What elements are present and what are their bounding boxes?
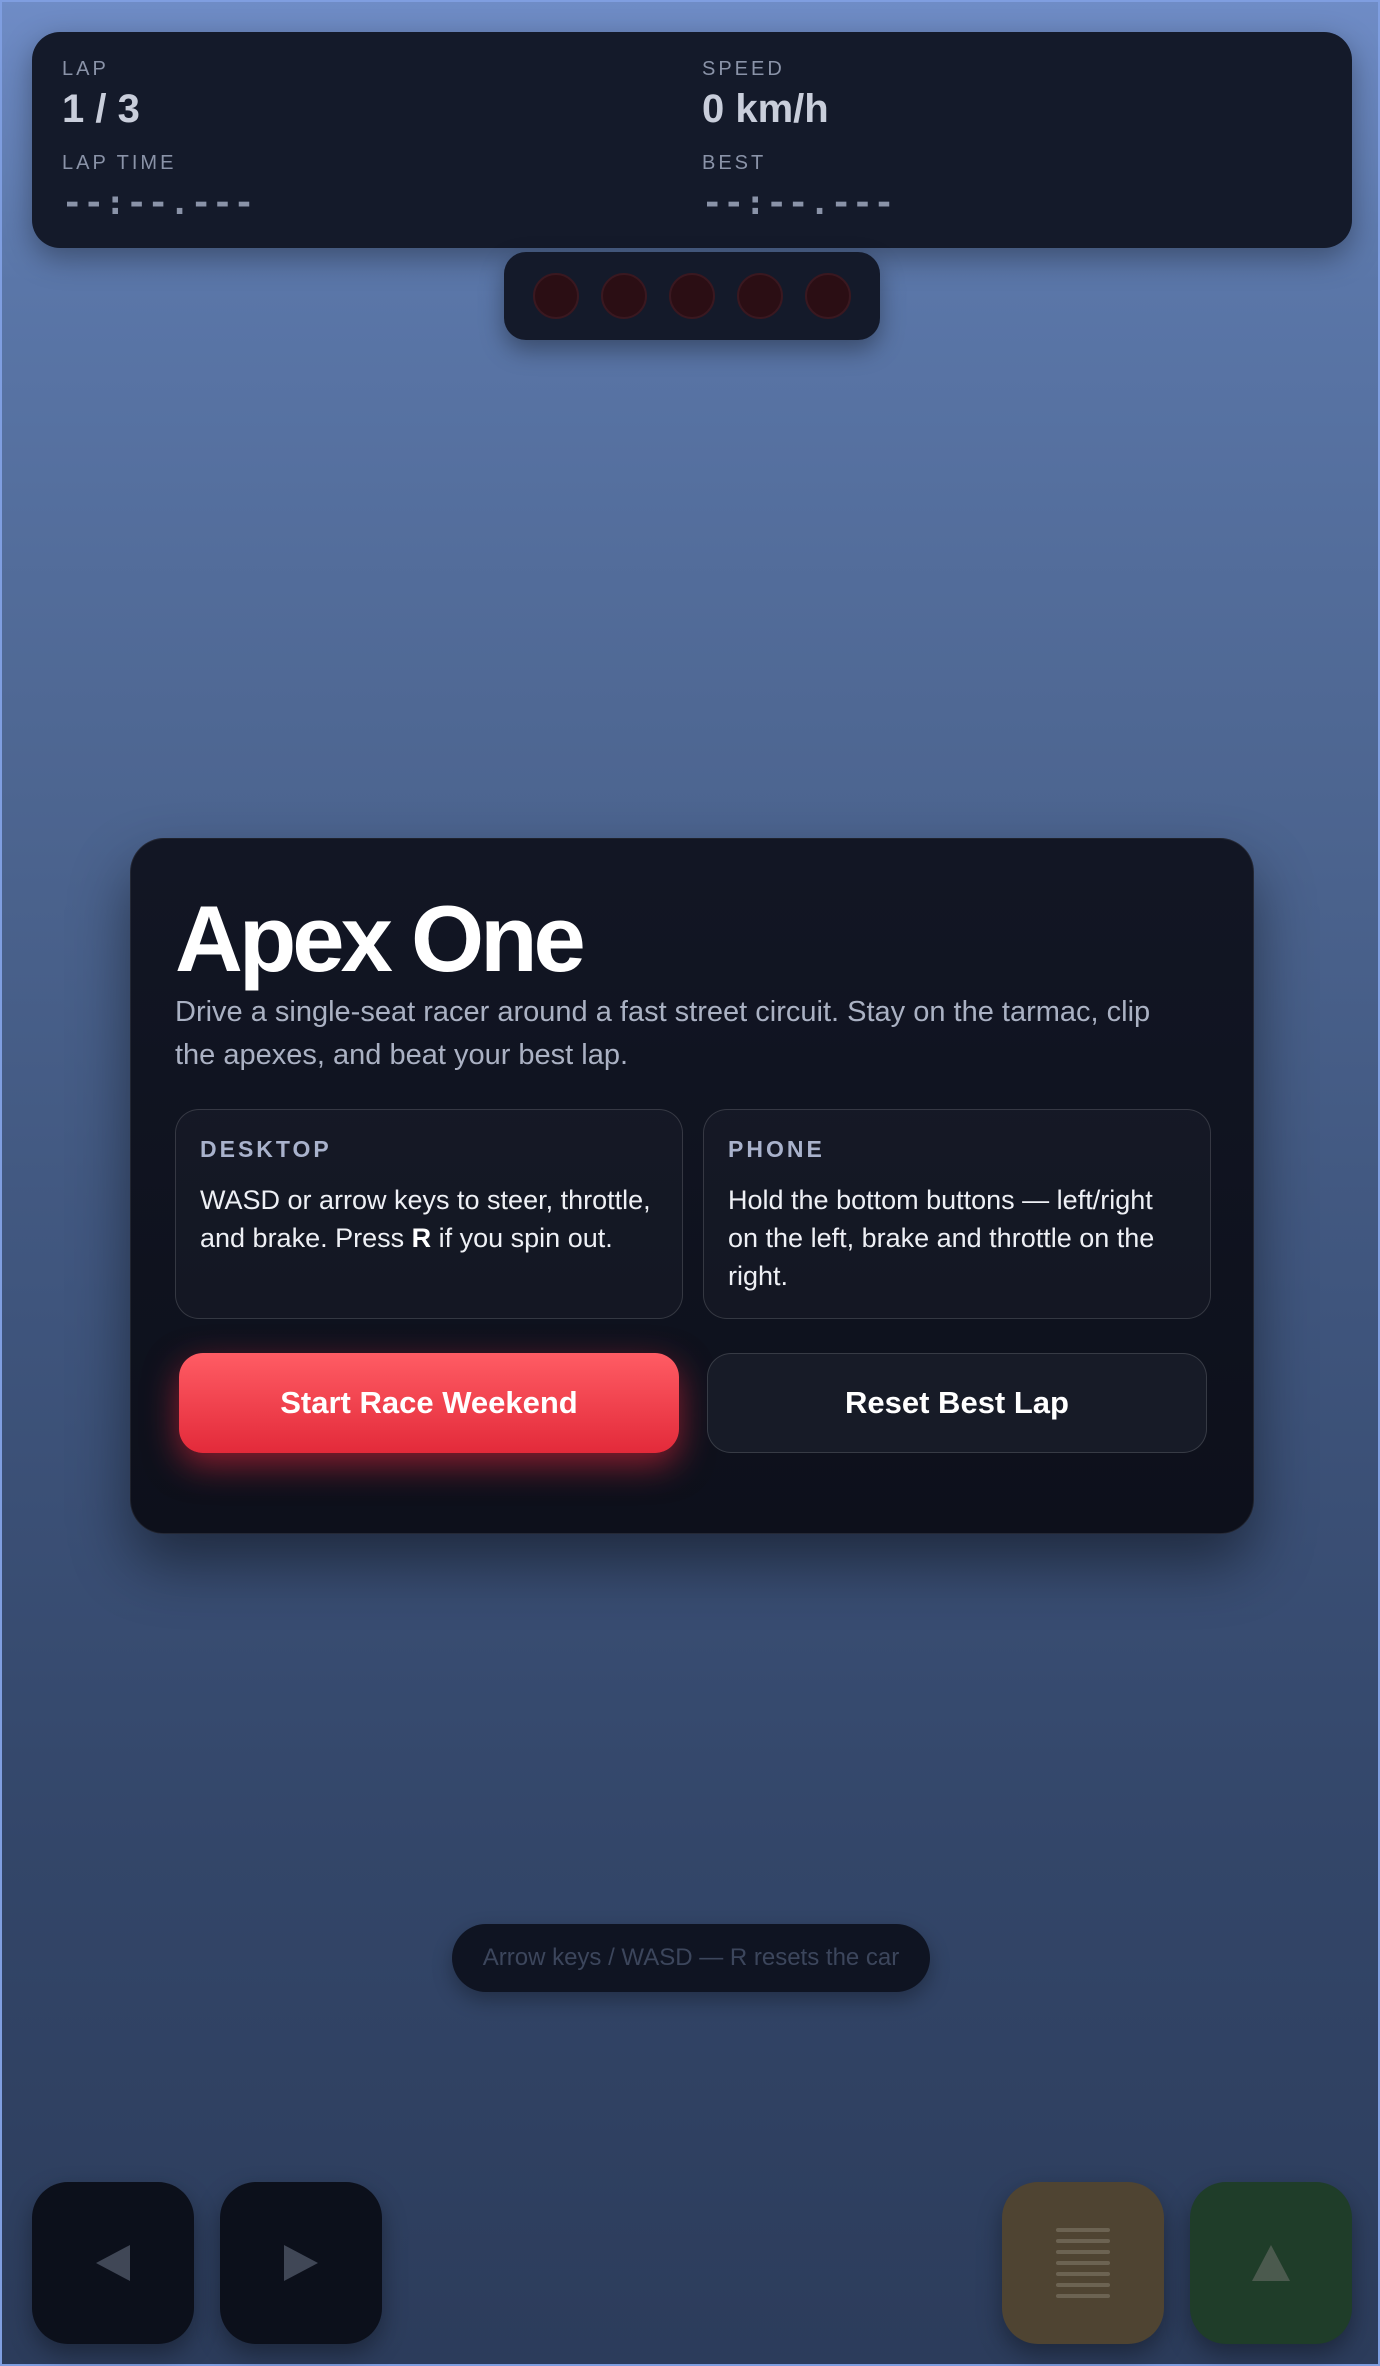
speed-label: SPEED <box>702 58 785 80</box>
throttle-button[interactable] <box>1190 2182 1352 2344</box>
lap-label: LAP <box>62 58 109 80</box>
start-light <box>601 273 647 319</box>
start-race-button[interactable]: Start Race Weekend <box>179 1353 679 1453</box>
desktop-text-after: if you spin out. <box>431 1223 613 1253</box>
lap-value: 1 / 3 <box>62 87 140 131</box>
reset-best-lap-button[interactable]: Reset Best Lap <box>707 1353 1207 1453</box>
phone-controls-box: PHONE Hold the bottom buttons — left/rig… <box>703 1109 1211 1319</box>
speed-stat: SPEED 0 km/h <box>702 58 1302 132</box>
intro-modal: Apex One Drive a single-seat racer aroun… <box>130 838 1254 1534</box>
desktop-heading: DESKTOP <box>200 1136 332 1162</box>
hud-panel: LAP 1 / 3 SPEED 0 km/h LAP TIME --:--.--… <box>32 32 1352 248</box>
arrow-up-icon <box>1252 2245 1290 2281</box>
lap-time-value: --:--.--- <box>62 183 256 223</box>
game-title: Apex One <box>175 886 586 991</box>
lap-stat: LAP 1 / 3 <box>62 58 662 132</box>
phone-heading: PHONE <box>728 1136 825 1162</box>
game-description: Drive a single-seat racer around a fast … <box>175 996 1151 1071</box>
best-value: --:--.--- <box>702 183 896 223</box>
start-light <box>533 273 579 319</box>
brake-pedal-icon <box>1056 2228 1110 2298</box>
best-stat: BEST --:--.--- <box>702 152 1302 223</box>
arrow-right-icon <box>284 2245 318 2281</box>
arrow-left-icon <box>96 2245 130 2281</box>
best-label: BEST <box>702 152 767 174</box>
controls-hint: Arrow keys / WASD — R resets the car <box>452 1924 930 1992</box>
brake-button[interactable] <box>1002 2182 1164 2344</box>
start-light <box>805 273 851 319</box>
desktop-controls-box: DESKTOP WASD or arrow keys to steer, thr… <box>175 1109 683 1319</box>
phone-instructions: Hold the bottom buttons — left/right on … <box>728 1185 1155 1291</box>
start-lights <box>504 252 880 340</box>
start-light <box>669 273 715 319</box>
start-light <box>737 273 783 319</box>
steer-left-button[interactable] <box>32 2182 194 2344</box>
steer-right-button[interactable] <box>220 2182 382 2344</box>
desktop-instructions: WASD or arrow keys to steer, throttle, a… <box>200 1181 658 1257</box>
lap-time-stat: LAP TIME --:--.--- <box>62 152 662 223</box>
speed-value: 0 km/h <box>702 87 829 131</box>
reset-key: R <box>411 1223 432 1253</box>
lap-time-label: LAP TIME <box>62 152 177 174</box>
